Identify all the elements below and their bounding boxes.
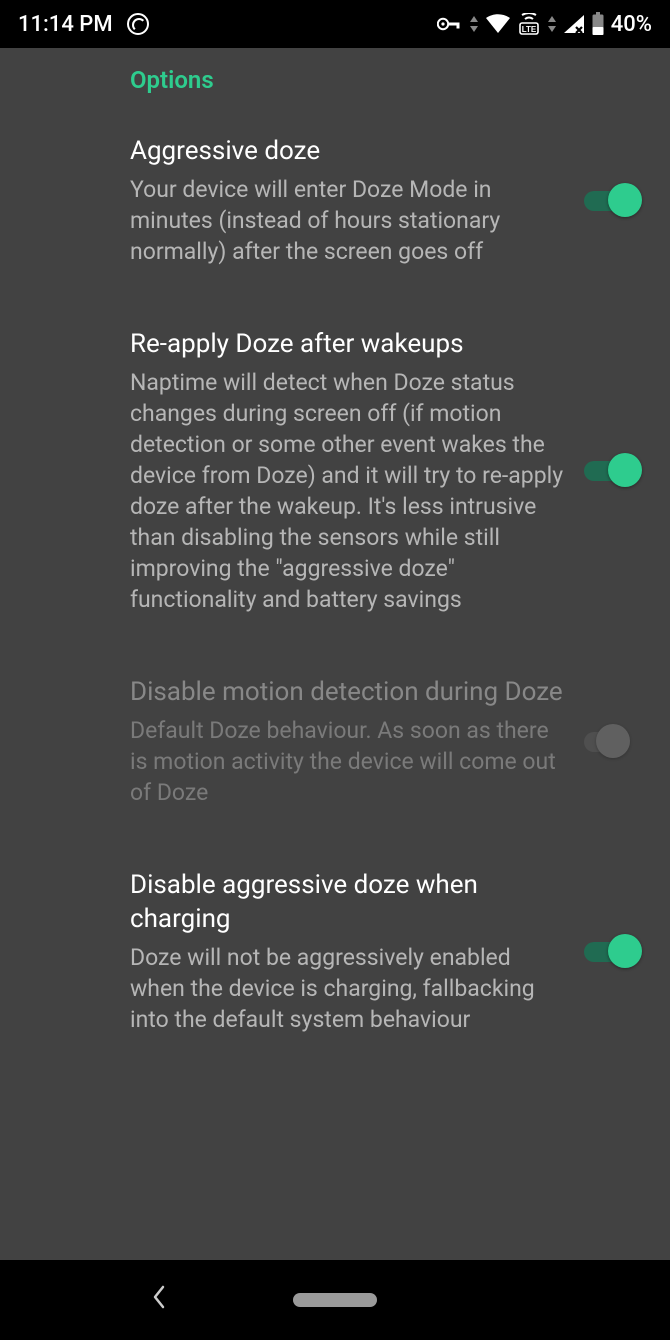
section-header-options: Options: [0, 60, 670, 104]
setting-title: Re-apply Doze after wakeups: [130, 327, 564, 361]
setting-title: Disable aggressive doze when charging: [130, 868, 564, 936]
data-arrows-icon: [469, 15, 479, 33]
status-icons: LTE 40%: [437, 12, 652, 37]
cellular-no-signal-icon: [563, 14, 585, 34]
navigation-bar: [0, 1260, 670, 1340]
settings-list: Options Aggressive doze Your device will…: [0, 48, 670, 1260]
toggle-reapply-doze[interactable]: [584, 453, 642, 489]
setting-description: Your device will enter Doze Mode in minu…: [130, 174, 564, 267]
battery-icon: [591, 12, 605, 36]
status-bar: 11:14 PM LTE: [0, 0, 670, 48]
setting-description: Default Doze behaviour. As soon as there…: [130, 715, 564, 808]
setting-disable-motion: Disable motion detection during Doze Def…: [0, 645, 670, 838]
chevron-left-icon: [150, 1283, 168, 1311]
toggle-aggressive-doze[interactable]: [584, 183, 642, 219]
sync-icon: [127, 13, 149, 35]
wifi-icon: [485, 14, 511, 34]
back-button[interactable]: [150, 1283, 168, 1318]
setting-aggressive-doze[interactable]: Aggressive doze Your device will enter D…: [0, 104, 670, 297]
toggle-disable-aggressive-charging[interactable]: [584, 934, 642, 970]
setting-reapply-doze[interactable]: Re-apply Doze after wakeups Naptime will…: [0, 297, 670, 645]
data-arrows-icon: [547, 15, 557, 33]
setting-disable-aggressive-charging[interactable]: Disable aggressive doze when charging Do…: [0, 838, 670, 1065]
setting-title: Disable motion detection during Doze: [130, 675, 564, 709]
home-gesture-pill[interactable]: [293, 1293, 377, 1307]
setting-title: Aggressive doze: [130, 134, 564, 168]
volte-icon: LTE: [517, 13, 541, 35]
vpn-key-icon: [437, 16, 463, 32]
toggle-disable-motion: [584, 724, 642, 760]
setting-description: Doze will not be aggressively enabled wh…: [130, 942, 564, 1035]
status-time: 11:14 PM: [18, 12, 113, 37]
svg-text:LTE: LTE: [522, 25, 537, 34]
setting-description: Naptime will detect when Doze status cha…: [130, 367, 564, 615]
battery-percentage: 40%: [611, 12, 652, 37]
